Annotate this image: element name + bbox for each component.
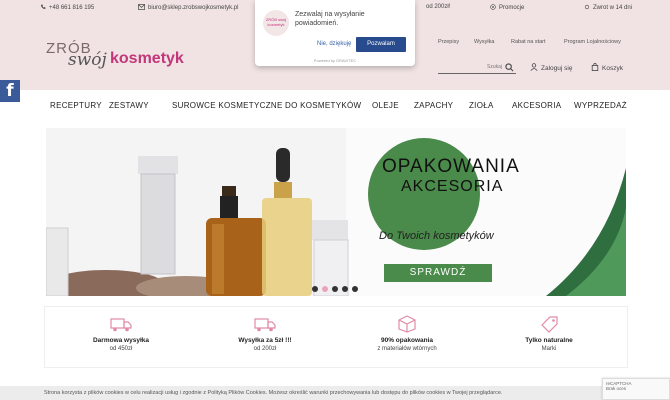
nav-item-akcesoria[interactable]: AKCESORIA	[512, 101, 561, 110]
nav-item-do-kosmetykow[interactable]: DO KOSMETYKÓW	[285, 101, 361, 110]
nav-item-surowce[interactable]: SUROWCE KOSMETYCZNE	[172, 101, 283, 110]
feature-cheap-shipping: Wysyłka za 5zł !!! od 200zł	[205, 307, 325, 352]
nav-item-zapachy[interactable]: ZAPACHY	[414, 101, 453, 110]
phone-icon	[40, 4, 46, 12]
recaptcha-badge[interactable]: reCAPTCHA Brak ocen	[602, 378, 670, 400]
feature-free-shipping: Darmowa wysyłka od 450zł	[61, 307, 181, 352]
recaptcha-status: Brak ocen	[606, 386, 627, 391]
slider-dot-5[interactable]	[352, 286, 358, 292]
slider-dots	[312, 286, 358, 292]
link-loyalty-program[interactable]: Program Lojalnościowy	[564, 39, 621, 45]
logo-word-kosmetyk: kosmetyk	[110, 50, 184, 67]
hero-banner[interactable]: OPAKOWANIA AKCESORIA Do Twoich kosmetykó…	[46, 128, 626, 296]
email-address: biuro@sklep.zrobswojkosmetyk.pl	[148, 5, 239, 11]
delivery-truck-icon	[254, 315, 276, 333]
phone-number: +48 661 816 195	[49, 5, 95, 11]
search-icon[interactable]	[505, 63, 514, 74]
user-icon	[530, 63, 538, 73]
main-navigation: RECEPTURY ZESTAWY SUROWCE KOSMETYCZNE DO…	[0, 98, 670, 116]
logo-word-swoj: swój	[68, 50, 107, 70]
banner-title-line1: OPAKOWANIA	[382, 156, 520, 177]
cookie-text: Strona korzysta z plików cookies w celu …	[44, 390, 503, 396]
returns-link[interactable]: Zwrot w 14 dni	[584, 4, 632, 12]
package-icon	[396, 315, 418, 333]
cosmetic-bottles-image	[46, 128, 626, 296]
phone-contact[interactable]: +48 661 816 195	[40, 4, 94, 12]
nav-item-zestawy[interactable]: ZESTAWY	[109, 101, 149, 110]
powered-by-label: Powered by GRAVITEC	[313, 58, 357, 63]
slider-dot-2[interactable]	[322, 286, 328, 292]
nav-item-receptury[interactable]: RECEPTURY	[50, 101, 102, 110]
email-contact[interactable]: biuro@sklep.zrobswojkosmetyk.pl	[138, 4, 238, 12]
link-start-discount[interactable]: Rabat na start	[511, 39, 546, 45]
search-bar[interactable]: Szukaj	[438, 62, 516, 74]
promotion-icon	[490, 4, 496, 12]
feature-recycled-packaging: 90% opakowania z materiałów wtórnych	[347, 307, 467, 352]
slider-dot-1[interactable]	[312, 286, 318, 292]
link-recipes[interactable]: Przepisy	[438, 39, 459, 45]
cart-bag-icon	[591, 63, 599, 73]
nav-item-wyprzedaz[interactable]: WYPRZEDAŻ	[574, 101, 627, 110]
nav-item-oleje[interactable]: OLEJE	[372, 101, 399, 110]
decline-button[interactable]: Nie, dziękuję	[317, 41, 351, 47]
push-notification-popup: ZRÓB swój kosmetyk Zezwalaj na wysyłanie…	[255, 0, 415, 66]
promotions-link[interactable]: Promocje	[490, 4, 524, 12]
features-strip: Darmowa wysyłka od 450zł Wysyłka za 5zł …	[44, 306, 628, 368]
banner-title-line2: AKCESORIA	[401, 178, 504, 195]
banner-cta-button[interactable]: SPRAWDŹ	[384, 264, 492, 282]
allow-button[interactable]: Pozwalam	[356, 37, 406, 52]
banner-subtitle: Do Twoich kosmetyków	[379, 230, 494, 242]
search-input[interactable]: Szukaj	[487, 64, 502, 70]
popup-message: Zezwalaj na wysyłanie powiadomień.	[295, 11, 365, 27]
slider-dot-3[interactable]	[332, 286, 338, 292]
site-logo[interactable]: ZRÓB swój kosmetyk	[46, 38, 196, 78]
popup-logo: ZRÓB swój kosmetyk	[263, 10, 289, 36]
mail-icon	[138, 4, 145, 12]
return-arrows-icon	[584, 4, 590, 12]
slider-dot-4[interactable]	[342, 286, 348, 292]
link-shipping[interactable]: Wysyłka	[474, 39, 494, 45]
nav-item-ziola[interactable]: ZIOŁA	[469, 101, 494, 110]
login-link[interactable]: Zaloguj się	[530, 63, 572, 73]
free-shipping-note: od 200zł!	[426, 4, 451, 10]
leaf-tag-icon	[538, 315, 560, 333]
cart-link[interactable]: Koszyk	[591, 63, 623, 73]
free-shipping-icon	[110, 315, 132, 333]
feature-natural-brands: Tylko naturalne Marki	[489, 307, 609, 352]
cookie-banner: Strona korzysta z plików cookies w celu …	[0, 386, 670, 400]
